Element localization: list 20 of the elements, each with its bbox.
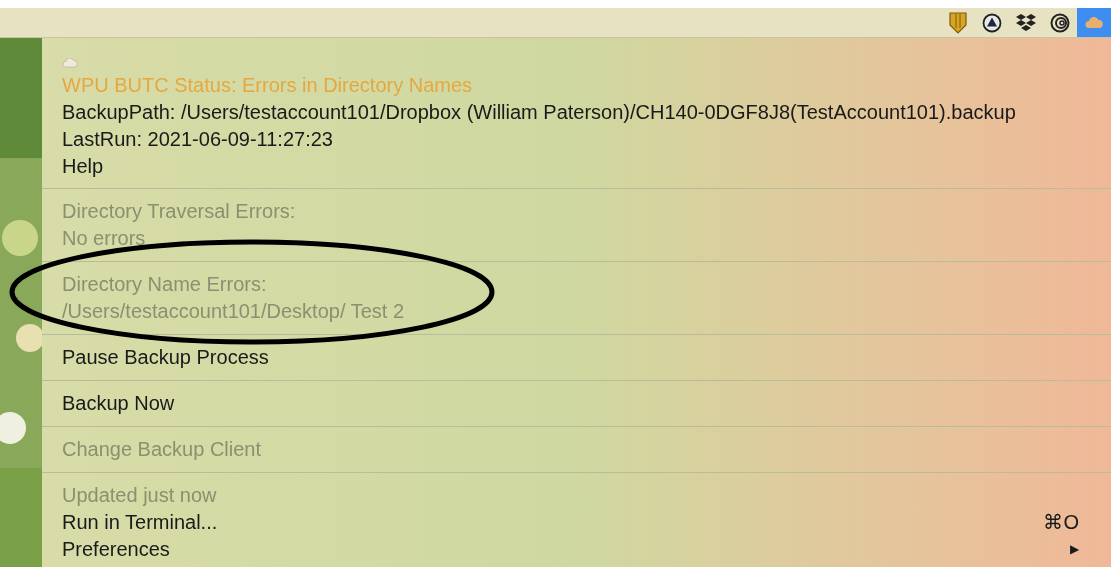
menu-item[interactable]: Help — [62, 153, 1091, 180]
menu-item: Updated just now — [62, 483, 218, 508]
rings-icon — [1049, 12, 1071, 33]
cloud-icon — [1085, 16, 1103, 29]
cloud-icon — [62, 58, 78, 68]
shield-icon — [949, 11, 967, 34]
menu-item[interactable]: Preferences ▶ — [62, 536, 1091, 563]
menu-item: Directory Traversal Errors: — [62, 199, 297, 224]
menu-item: /Users/testaccount101/Desktop/ Test 2 — [62, 299, 406, 324]
status-title: WPU BUTC Status: Errors in Directory Names — [62, 73, 474, 98]
menu-item: No errors — [62, 226, 147, 251]
menu-item[interactable]: Backup Now — [62, 390, 1091, 417]
triangle-circle-icon — [982, 12, 1002, 33]
menu-item: Change Backup Client — [62, 437, 262, 462]
dropbox-icon — [1015, 12, 1037, 33]
menu-item[interactable]: Run in Terminal... ⌘O — [62, 509, 1091, 536]
menu-item[interactable]: Pause Backup Process — [62, 344, 1091, 371]
menu-item: Directory Name Errors: — [62, 272, 268, 297]
menu-item[interactable]: BackupPath: /Users/testaccount101/Dropbox (William Paterson)/CH140-0DGF8J8(TestAccount101).backup — [62, 99, 1091, 126]
menu-item[interactable]: LastRun: 2021-06-09-11:27:23 — [62, 126, 1091, 153]
